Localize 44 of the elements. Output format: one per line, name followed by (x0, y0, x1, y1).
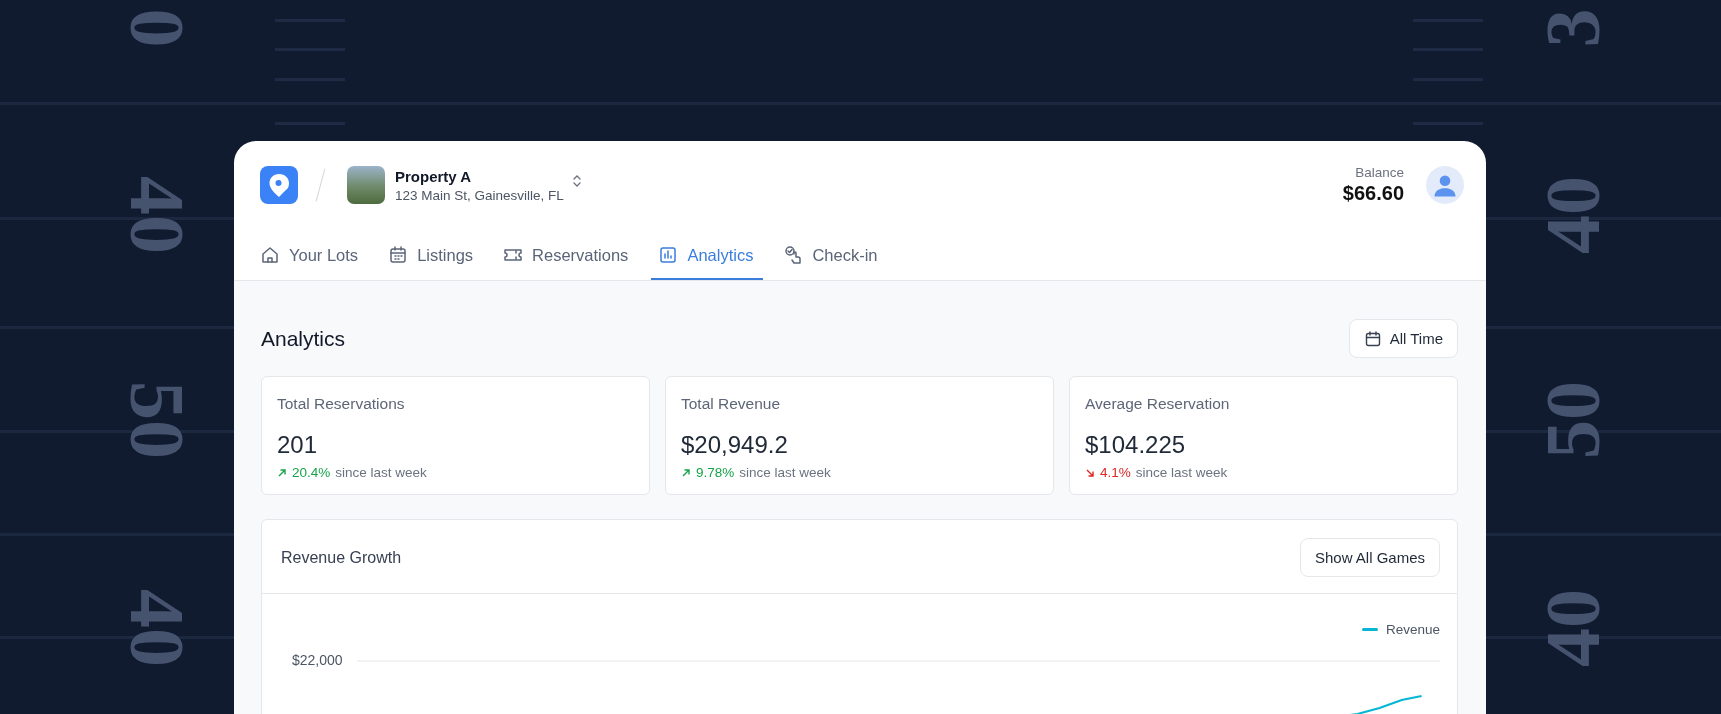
hand-tap-icon (783, 245, 804, 265)
balance-label: Balance (1355, 165, 1404, 180)
balance-amount: $66.60 (1342, 182, 1404, 205)
nav-tab[interactable]: Reservations (503, 245, 639, 280)
chevron-up-down-icon[interactable] (571, 174, 582, 188)
stat-label: Total Reservations (277, 395, 406, 413)
stat-value: $104.225 (1085, 431, 1187, 459)
user-avatar-icon[interactable] (1426, 166, 1464, 204)
y-axis-label: $22,000 (292, 652, 343, 668)
yard-number: 3 (1534, 8, 1612, 48)
house-icon (260, 245, 280, 265)
property-address: 123 Main St, Gainesville, FL (395, 187, 564, 203)
chart-title: Revenue Growth (281, 548, 402, 567)
change-percent: 20.4% (292, 465, 331, 480)
stat-value: $20,949.2 (681, 431, 789, 459)
stat-value: 201 (277, 431, 319, 459)
yard-number: 40 (1534, 176, 1612, 254)
nav-tab[interactable]: Listings (388, 245, 484, 280)
page-title: Analytics (261, 326, 346, 351)
change-note: since last week (1135, 465, 1228, 480)
bar-chart-icon (658, 245, 679, 265)
legend-label: Revenue (1385, 622, 1440, 637)
property-name[interactable]: Property A (395, 167, 564, 185)
change-note: since last week (335, 465, 427, 480)
show-all-games-button[interactable]: Show All Games (1299, 538, 1440, 577)
legend-swatch (1361, 628, 1378, 631)
nav-tab[interactable]: Check-in (783, 245, 888, 280)
change-percent: 4.1% (1100, 465, 1131, 480)
yard-number: 50 (118, 381, 196, 459)
map-pin-logo-icon[interactable] (260, 166, 298, 204)
yard-number: 40 (118, 176, 196, 254)
calendar-icon (388, 245, 409, 265)
change-percent: 9.78% (696, 465, 735, 480)
change-note: since last week (739, 465, 831, 480)
yard-number: 50 (1534, 381, 1612, 459)
yard-number: 40 (1534, 589, 1612, 667)
stat-label: Average Reservation (1085, 395, 1231, 413)
photo-placeholder (347, 166, 385, 204)
stat-label: Total Revenue (681, 395, 782, 413)
yard-number: 40 (118, 589, 196, 667)
date-range-button[interactable]: All Time (1348, 319, 1458, 358)
yard-number: 0 (118, 8, 196, 48)
calendar-icon (1363, 329, 1382, 348)
nav-tab[interactable]: Your Lots (260, 245, 369, 280)
